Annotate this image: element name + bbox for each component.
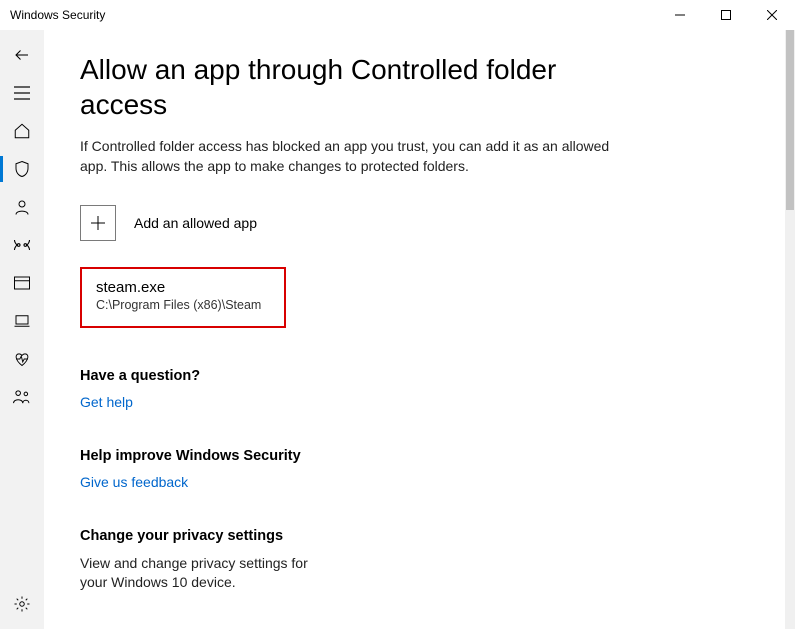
account-icon[interactable]	[0, 188, 44, 226]
health-icon[interactable]	[0, 340, 44, 378]
maximize-button[interactable]	[703, 0, 749, 30]
question-section: Have a question? Get help	[80, 368, 755, 410]
main-content: Allow an app through Controlled folder a…	[44, 30, 795, 629]
privacy-description: View and change privacy settings for you…	[80, 554, 310, 593]
firewall-icon[interactable]	[0, 226, 44, 264]
add-allowed-app-button[interactable]: Add an allowed app	[80, 205, 755, 241]
app-control-icon[interactable]	[0, 264, 44, 302]
allowed-app-item[interactable]: steam.exe C:\Program Files (x86)\Steam	[80, 267, 286, 328]
minimize-button[interactable]	[657, 0, 703, 30]
get-help-link[interactable]: Get help	[80, 394, 755, 410]
improve-section: Help improve Windows Security Give us fe…	[80, 448, 755, 490]
page-title: Allow an app through Controlled folder a…	[80, 52, 640, 122]
privacy-heading: Change your privacy settings	[80, 528, 755, 544]
settings-icon[interactable]	[0, 585, 44, 623]
close-button[interactable]	[749, 0, 795, 30]
scrollbar-thumb[interactable]	[786, 30, 794, 210]
shield-icon[interactable]	[0, 150, 44, 188]
add-allowed-app-label: Add an allowed app	[134, 215, 257, 231]
device-security-icon[interactable]	[0, 302, 44, 340]
improve-heading: Help improve Windows Security	[80, 448, 755, 464]
page-description: If Controlled folder access has blocked …	[80, 136, 610, 177]
menu-button[interactable]	[0, 74, 44, 112]
app-path: C:\Program Files (x86)\Steam	[96, 298, 270, 312]
family-icon[interactable]	[0, 378, 44, 416]
app-name: steam.exe	[96, 279, 270, 296]
window-controls	[657, 0, 795, 30]
privacy-section: Change your privacy settings View and ch…	[80, 528, 755, 593]
question-heading: Have a question?	[80, 368, 755, 384]
sidebar	[0, 30, 44, 629]
window-title: Windows Security	[10, 8, 105, 22]
home-icon[interactable]	[0, 112, 44, 150]
back-button[interactable]	[0, 36, 44, 74]
scrollbar[interactable]	[785, 30, 795, 629]
titlebar: Windows Security	[0, 0, 795, 30]
feedback-link[interactable]: Give us feedback	[80, 474, 755, 490]
plus-icon	[80, 205, 116, 241]
